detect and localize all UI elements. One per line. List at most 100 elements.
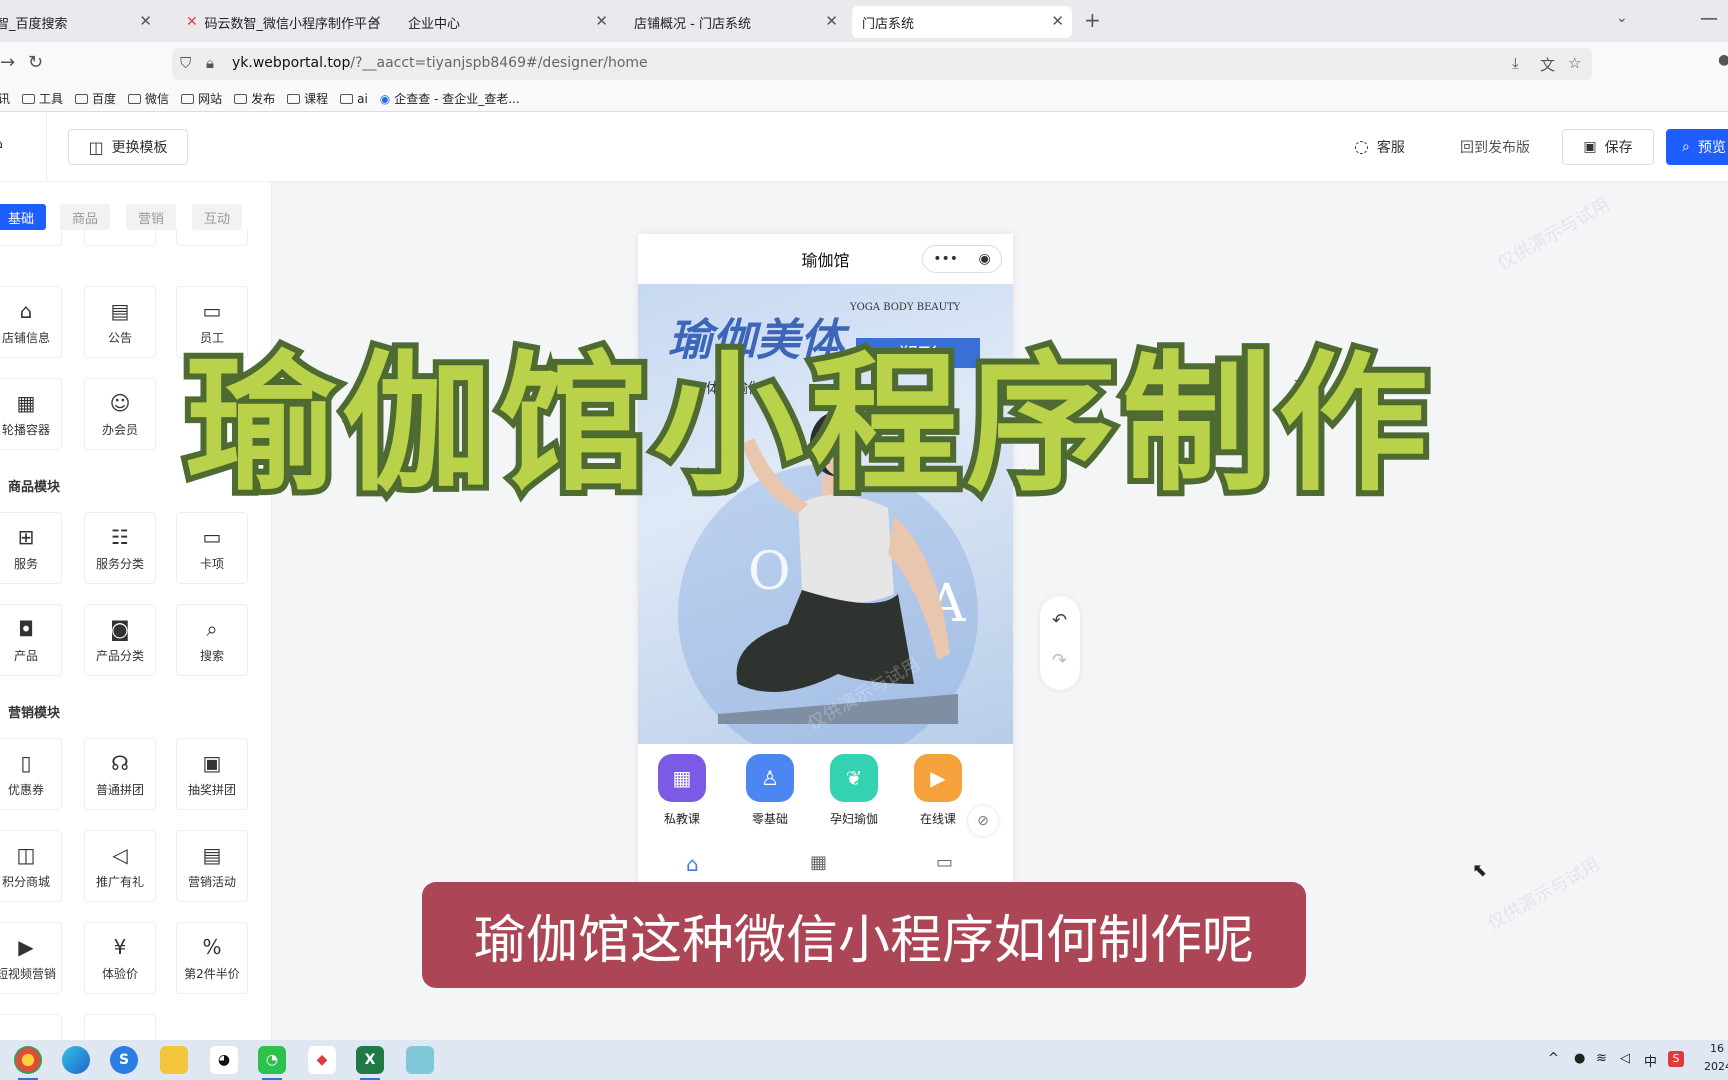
notepad-icon[interactable] xyxy=(406,1046,434,1074)
nav-online-class[interactable]: ▶ 在线课 xyxy=(908,754,968,827)
nav-prenatal-yoga[interactable]: ❦ 孕妇瑜伽 xyxy=(824,754,884,827)
save-button[interactable]: ▣ 保存 xyxy=(1562,129,1654,165)
component-membership[interactable]: ☺ 办会员 xyxy=(84,378,156,450)
component-product-category[interactable]: ◙ 产品分类 xyxy=(84,604,156,676)
home-icon[interactable]: ⌂ xyxy=(0,136,3,152)
bookmark[interactable]: 微信 xyxy=(128,90,169,107)
volume-icon[interactable]: ◁ xyxy=(1620,1051,1630,1066)
component-second-half-price[interactable]: % 第2件半价 xyxy=(176,922,248,994)
component-lottery-group[interactable]: ▣ 抽奖拼团 xyxy=(176,738,248,810)
calendar-icon[interactable]: ▦ xyxy=(810,852,827,873)
new-tab-icon[interactable]: + xyxy=(1084,8,1101,32)
browser-tab[interactable]: 云数智_百度搜索 ✕ xyxy=(0,6,160,38)
browser-tab[interactable]: ✕ 码云数智_微信小程序制作平台 ✕ xyxy=(176,6,390,38)
folder-icon xyxy=(128,93,142,104)
bookmark[interactable]: 发布 xyxy=(234,90,275,107)
ime-indicator[interactable]: 中 xyxy=(1644,1051,1657,1070)
sogou-icon[interactable]: S xyxy=(110,1046,138,1074)
browser-tab[interactable]: 企业中心 ✕ xyxy=(398,6,616,38)
component-item[interactable] xyxy=(84,1014,156,1040)
lock-icon[interactable]: 🔒︎ xyxy=(206,54,214,72)
folder-icon[interactable] xyxy=(160,1046,188,1074)
undo-icon[interactable]: ↶ xyxy=(1052,610,1067,631)
component-store-info[interactable]: ⌂ 店铺信息 xyxy=(0,286,62,358)
component-carousel[interactable]: ▦ 轮播容器 xyxy=(0,378,62,450)
bookmark[interactable]: ◉ 企查查 - 查企业_查老... xyxy=(380,90,520,107)
preview-button[interactable]: ⌕ 预览 xyxy=(1666,129,1728,165)
undo-redo-toolbar: ↶ ↷ xyxy=(1040,596,1080,690)
close-icon[interactable]: ✕ xyxy=(595,12,608,30)
wechat-icon[interactable]: ◔ xyxy=(258,1046,286,1080)
translate-icon[interactable]: 文 xyxy=(1540,54,1555,75)
tab-label: 门店系统 xyxy=(862,16,915,32)
account-icon[interactable]: ● xyxy=(1718,52,1728,68)
edge-icon[interactable] xyxy=(62,1046,90,1074)
browser-tab-active[interactable]: 门店系统 ✕ xyxy=(852,6,1072,38)
close-icon[interactable]: ✕ xyxy=(369,12,382,30)
qq-icon[interactable]: ◕ xyxy=(210,1046,238,1074)
bookmark[interactable]: 工具 xyxy=(22,90,63,107)
customer-service-button[interactable]: ◌ 客服 xyxy=(1354,137,1405,157)
phone-preview[interactable]: 瑜伽馆 ••• ◉ 瑜伽美体 YOGA BODY BEAUTY 塑形 体验瑜伽 … xyxy=(638,234,1013,884)
home-icon[interactable]: ⌂ xyxy=(686,852,699,876)
back-to-published-button[interactable]: 回到发布版 xyxy=(1460,137,1530,157)
nav-private-class[interactable]: ▦ 私教课 xyxy=(652,754,712,827)
component-short-video[interactable]: ▶ 短视频营销 xyxy=(0,922,62,994)
bookmark[interactable]: 资讯 xyxy=(0,90,10,107)
bookmark[interactable]: 百度 xyxy=(75,90,116,107)
link-icon[interactable]: ⊘ xyxy=(968,806,998,836)
bookmark[interactable]: 课程 xyxy=(287,90,328,107)
close-icon[interactable]: ✕ xyxy=(825,12,838,30)
nav-beginner[interactable]: ♙ 零基础 xyxy=(740,754,800,827)
bookmark[interactable]: 网站 xyxy=(181,90,222,107)
clock-time[interactable]: 16 xyxy=(1710,1042,1724,1055)
component-group-buy[interactable]: ☊ 普通拼团 xyxy=(84,738,156,810)
component-service-category[interactable]: ☷ 服务分类 xyxy=(84,512,156,584)
card-icon[interactable]: ▭ xyxy=(936,852,953,873)
component-item[interactable] xyxy=(84,226,156,246)
minimize-icon[interactable]: — xyxy=(1700,8,1718,29)
excel-icon[interactable]: X xyxy=(356,1046,384,1080)
clock-date[interactable]: 2024 xyxy=(1704,1060,1728,1073)
close-circle-icon[interactable]: ◉ xyxy=(979,251,991,267)
component-service[interactable]: ⊞ 服务 xyxy=(0,512,62,584)
component-item[interactable] xyxy=(0,1014,62,1040)
component-trial-price[interactable]: ¥ 体验价 xyxy=(84,922,156,994)
component-notice[interactable]: ▤ 公告 xyxy=(84,286,156,358)
redo-icon[interactable]: ↷ xyxy=(1052,650,1067,671)
component-item[interactable] xyxy=(176,226,248,246)
component-points-mall[interactable]: ◫ 积分商城 xyxy=(0,830,62,902)
component-product[interactable]: ◘ 产品 xyxy=(0,604,62,676)
sogou-ime-icon[interactable]: S xyxy=(1668,1051,1684,1067)
user-icon: ☺ xyxy=(109,390,131,415)
subtitle-text: 瑜伽馆这种微信小程序如何制作呢 xyxy=(473,910,1254,971)
mall-icon: ◫ xyxy=(16,842,36,867)
chrome-icon[interactable] xyxy=(14,1046,42,1080)
download-icon[interactable]: ⤓ xyxy=(1512,54,1519,72)
forward-icon[interactable]: → xyxy=(0,52,15,73)
component-item[interactable] xyxy=(0,226,62,246)
address-bar[interactable]: ⛉ 🔒︎ yk.webportal.top/?__aacct=tiyanjspb… xyxy=(172,48,1592,80)
reload-icon[interactable]: ↻ xyxy=(28,52,43,73)
wifi-icon[interactable]: ≋ xyxy=(1596,1051,1607,1066)
app-icon[interactable]: ◆ xyxy=(308,1046,336,1074)
close-icon[interactable]: ✕ xyxy=(139,12,152,30)
chevron-up-icon[interactable]: ^ xyxy=(1548,1051,1559,1066)
close-icon[interactable]: ✕ xyxy=(1051,12,1064,30)
component-coupon[interactable]: ▯ 优惠券 xyxy=(0,738,62,810)
video-icon: ▶ xyxy=(914,754,962,802)
star-icon[interactable]: ☆ xyxy=(1568,54,1581,72)
component-referral[interactable]: ◁ 推广有礼 xyxy=(84,830,156,902)
component-card[interactable]: ▭ 卡项 xyxy=(176,512,248,584)
microphone-icon[interactable]: ● xyxy=(1574,1051,1585,1066)
chevron-down-icon[interactable]: ⌄ xyxy=(1616,10,1628,26)
component-marketing-activity[interactable]: ▤ 营销活动 xyxy=(176,830,248,902)
component-search[interactable]: ⌕ 搜索 xyxy=(176,604,248,676)
browser-tab[interactable]: 店铺概况 - 门店系统 ✕ xyxy=(624,6,846,38)
more-icon[interactable]: ••• xyxy=(933,251,958,267)
change-template-button[interactable]: ◫ 更换模板 xyxy=(68,129,188,165)
shield-icon[interactable]: ⛉ xyxy=(180,54,191,72)
folder-icon xyxy=(234,93,248,104)
bookmark[interactable]: ai xyxy=(340,92,368,106)
capsule-menu[interactable]: ••• ◉ xyxy=(922,245,1002,273)
